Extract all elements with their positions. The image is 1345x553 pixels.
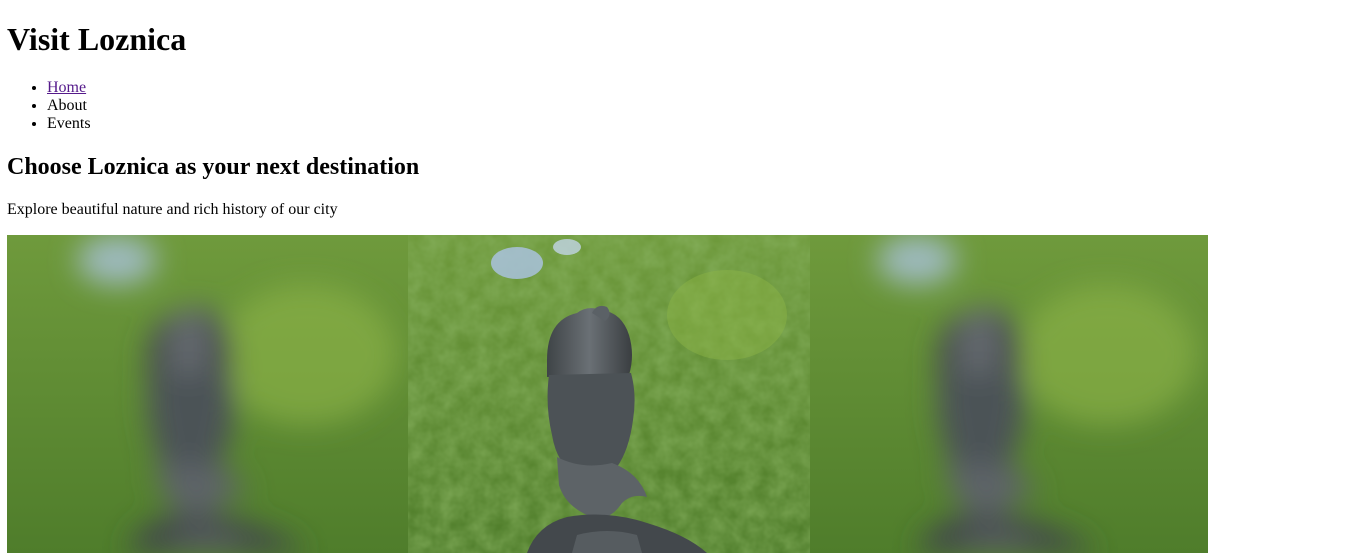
hero-panel-center bbox=[408, 235, 810, 553]
site-title: Visit Loznica bbox=[7, 21, 187, 57]
hero-image bbox=[7, 235, 1208, 553]
nav-item-home: Home bbox=[47, 79, 91, 97]
page-tagline: Explore beautiful nature and rich histor… bbox=[7, 201, 338, 218]
nav-item-about: About bbox=[47, 97, 91, 115]
hero-panel-right bbox=[810, 235, 1208, 553]
hero-panel-left bbox=[7, 235, 408, 553]
main-nav: Home About Events bbox=[7, 79, 91, 133]
nav-link-home[interactable]: Home bbox=[47, 79, 86, 96]
nav-item-events: Events bbox=[47, 115, 91, 133]
page-heading: Choose Loznica as your next destination bbox=[7, 154, 420, 180]
statue-photo bbox=[7, 235, 1208, 553]
